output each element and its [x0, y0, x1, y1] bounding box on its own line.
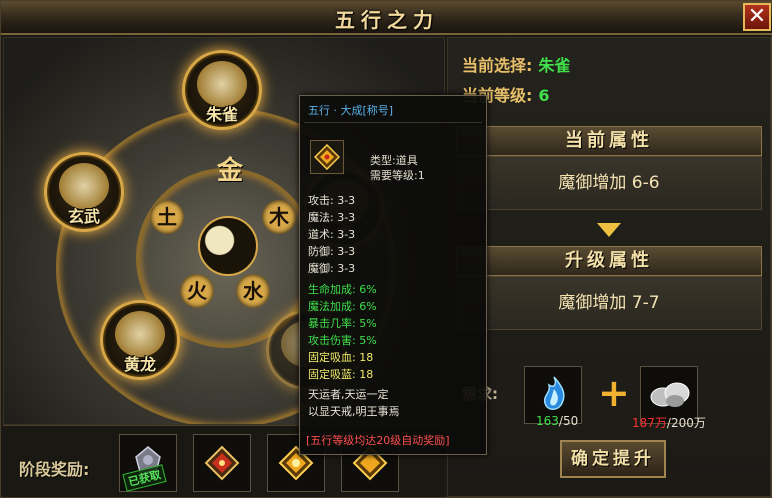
window-title: 五行之力 — [335, 8, 439, 32]
title-bar: 五行之力 ✕ — [1, 1, 772, 35]
upgrade-attr-value: 魔御增加 7-7 — [456, 276, 762, 330]
five-elements-window: 五行之力 ✕ 金 土 木 火 水 朱雀 玄武 黄龙 虎 — [0, 0, 772, 498]
level-value: 6 — [538, 86, 550, 105]
tooltip-stat: 固定吸蓝: 18 — [308, 368, 374, 381]
rune-right: 木 — [262, 200, 296, 234]
tooltip-stat: 暴击几率: 5% — [308, 317, 377, 330]
tooltip-stat: 魔御: 3-3 — [308, 262, 356, 275]
tooltip-type: 类型:道具 — [370, 154, 418, 167]
stage-reward-label: 阶段奖励: — [19, 460, 90, 479]
tooltip-divider — [304, 122, 482, 123]
reward-slot-1[interactable]: 已获取 — [119, 434, 177, 492]
rune-bottom-right: 水 — [236, 274, 270, 308]
node-zhuque[interactable]: 朱雀 — [182, 50, 262, 130]
rune-left: 土 — [150, 200, 184, 234]
confirm-upgrade-button[interactable]: 确定提升 — [560, 440, 666, 478]
tooltip-stat: 防御: 3-3 — [308, 245, 356, 258]
tooltip-desc: 天运者,天运一定 — [308, 388, 389, 401]
down-arrow-icon — [597, 223, 621, 237]
node-xuanwu[interactable]: 玄武 — [44, 152, 124, 232]
silver-need: /200万 — [666, 416, 706, 430]
tooltip-desc: 以显天戒,明王事焉 — [308, 405, 400, 418]
node-huanglong[interactable]: 黄龙 — [100, 300, 180, 380]
tooltip-stat: 魔法: 3-3 — [308, 211, 356, 224]
tooltip-stat: 魔法加成: 6% — [308, 300, 377, 313]
essence-count: 163/50 — [536, 414, 578, 428]
red-gold-gem-icon — [204, 445, 240, 481]
tooltip-stat: 生命加成: 6% — [308, 283, 377, 296]
close-button[interactable]: ✕ — [743, 3, 771, 31]
node-label-huanglong: 黄龙 — [123, 355, 156, 374]
tooltip-item-slot — [310, 140, 344, 174]
tooltip-title: 五行 · 大成[称号] — [308, 104, 394, 117]
silver-have: 187万 — [632, 416, 667, 430]
tooltip-stat: 攻击: 3-3 — [308, 194, 356, 207]
item-tooltip: 五行 · 大成[称号] 类型:道具 需要等级:1 攻击: 3-3 魔法: 3-3… — [299, 95, 487, 455]
taiji-icon — [198, 216, 258, 276]
rune-bottom-left: 火 — [180, 274, 214, 308]
tooltip-stat: 道术: 3-3 — [308, 228, 356, 241]
essence-need: /50 — [558, 414, 579, 428]
selection-label: 当前选择: — [462, 56, 533, 75]
gold-gem-icon — [314, 144, 340, 170]
blue-flame-icon — [543, 376, 565, 410]
tooltip-stat: 固定吸血: 18 — [308, 351, 374, 364]
silver-ore-icon — [650, 382, 690, 407]
metal-element-char: 金 — [216, 156, 243, 186]
essence-have: 163 — [536, 414, 559, 428]
selection-value: 朱雀 — [538, 56, 571, 75]
tooltip-note: [五行等级均达20级自动奖励] — [306, 434, 450, 447]
current-attr-value: 魔御增加 6-6 — [456, 156, 762, 210]
node-label-zhuque: 朱雀 — [205, 105, 238, 124]
reward-slot-2[interactable] — [193, 434, 251, 492]
tooltip-stat: 攻击伤害: 5% — [308, 334, 377, 347]
upgrade-attr-heading: 升级属性 — [456, 246, 762, 276]
plus-icon: + — [598, 371, 630, 415]
tooltip-level: 需要等级:1 — [370, 169, 425, 182]
attribute-panel: 当前选择: 朱雀 当前等级: 6 当前属性 魔御增加 6-6 升级属性 魔御增加 7… — [447, 37, 771, 497]
node-label-xuanwu: 玄武 — [67, 207, 100, 226]
selection-row: 当前选择: 朱雀 — [462, 52, 570, 76]
silver-count: 187万/200万 — [632, 414, 706, 431]
current-attr-heading: 当前属性 — [456, 126, 762, 156]
